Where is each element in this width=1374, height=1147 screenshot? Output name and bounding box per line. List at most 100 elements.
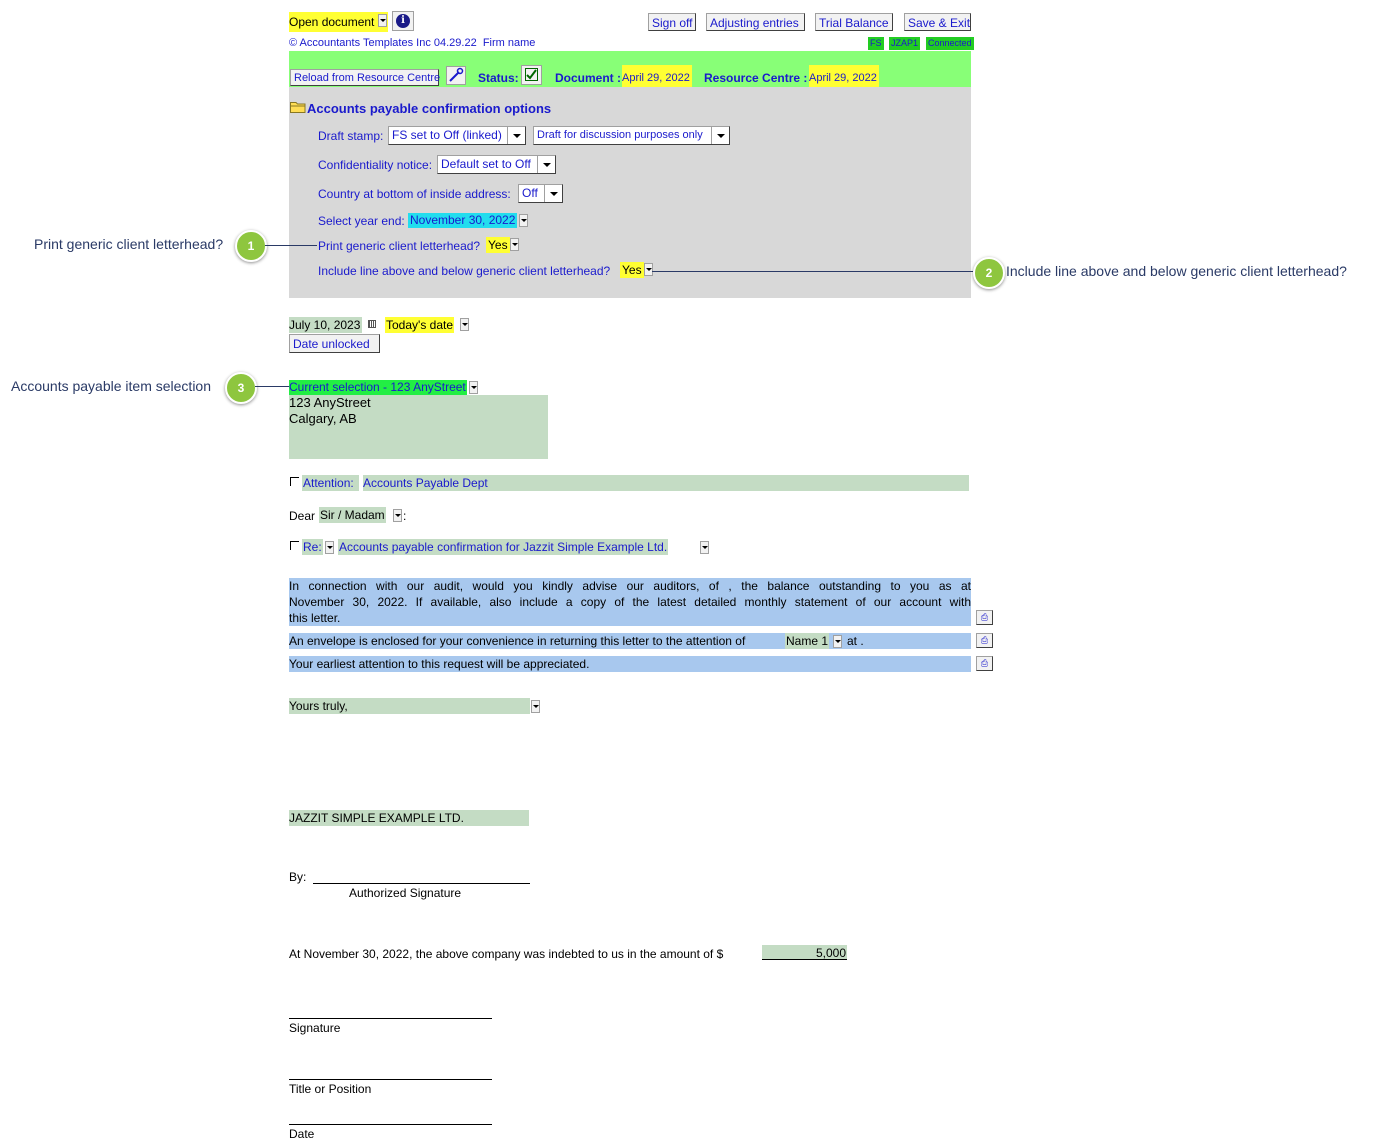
confidentiality-value: Default set to Off [441,157,531,171]
by-label: By: [289,870,307,884]
callout-1-badge: 1 [235,230,267,262]
chevron-down-icon[interactable] [644,263,653,276]
chevron-down-icon[interactable] [507,127,525,144]
options-panel: Accounts payable confirmation options Dr… [289,87,971,298]
re-value[interactable]: Accounts payable confirmation for Jazzit… [338,539,669,555]
paragraph-1-line-3: this letter. [289,611,341,625]
status-label: Status: [478,71,519,85]
paragraph-2-at: at . [847,634,864,648]
line-label: Include line above and below generic cli… [318,264,611,278]
letter-date[interactable]: July 10, 2023 [289,317,363,333]
copyright-text: © Accountants Templates Inc 04.29.22 Fir… [289,37,535,49]
callout-2-line [652,271,973,272]
chevron-down-icon[interactable] [700,541,709,554]
paragraph-1-line-1: In connection with our audit, would you … [289,579,971,593]
chevron-down-icon[interactable] [378,14,387,27]
confidentiality-select[interactable]: Default set to Off [437,155,556,174]
status-bar: Reload from Resource Centre Status: Docu… [289,51,971,87]
paragraph-1-line-2: November 30, 2022. If available, also in… [289,595,971,609]
draft-stamp-select[interactable]: FS set to Off (linked) [388,126,526,145]
line-value[interactable]: Yes [620,262,644,278]
date-line [289,1124,492,1125]
tag-fs: FS [868,37,884,50]
salutation-colon: : [403,509,407,523]
options-title[interactable]: Accounts payable confirmation options [307,101,551,116]
reload-button[interactable]: Reload from Resource Centre [290,69,440,86]
chevron-down-icon[interactable] [460,318,469,331]
date-label: Date [289,1127,315,1141]
re-checkbox[interactable] [290,541,299,550]
resource-centre-label: Resource Centre : [704,71,808,85]
callout-3-line [255,386,289,387]
status-check-icon[interactable] [521,65,542,85]
callout-2-label: Include line above and below generic cli… [1006,263,1347,279]
closing-select[interactable]: Yours truly, [289,698,530,714]
draft-stamp-value: FS set to Off (linked) [392,128,502,142]
indebted-text: At November 30, 2022, the above company … [289,947,724,961]
resource-centre-date: April 29, 2022 [809,65,879,87]
address-line-1: 123 AnyStreet [289,395,371,410]
signature-line [289,1018,492,1019]
current-selection[interactable]: Current selection - 123 AnyStreet [289,380,467,395]
paragraph-3-edit-icon[interactable]: ⎙ [976,656,993,671]
settings-tool-icon[interactable] [446,66,466,85]
re-label[interactable]: Re: [302,539,323,555]
year-end-label: Select year end: [318,214,405,228]
company-name: JAZZIT SIMPLE EXAMPLE LTD. [289,811,464,825]
callout-2-badge: 2 [973,257,1005,289]
attention-label: Attention: [303,476,354,490]
draft-text-select[interactable]: Draft for discussion purposes only [533,126,730,145]
save-exit-button[interactable]: Save & Exit [904,13,971,31]
closing-value: Yours truly, [289,699,348,713]
callout-3-label: Accounts payable item selection [11,378,211,394]
tag-jzap1: JZAP1 [889,37,921,50]
trial-balance-button[interactable]: Trial Balance [815,13,893,31]
chevron-down-icon[interactable] [325,541,334,554]
chevron-down-icon[interactable] [711,127,729,144]
title-position-line [289,1079,492,1080]
chevron-down-icon[interactable] [531,700,540,713]
document-date: April 29, 2022 [622,65,692,87]
salutation-value[interactable]: Sir / Madam [319,507,386,523]
copyright: © Accountants Templates Inc 04.29.22 [289,37,477,49]
draft-stamp-label: Draft stamp: [318,129,384,143]
signature-label: Signature [289,1021,341,1035]
callout-3-badge: 3 [225,372,257,404]
chevron-down-icon[interactable] [544,185,562,202]
authorized-signature-line [313,883,530,884]
paragraph-2-name[interactable]: Name 1 [785,633,830,649]
paragraph-3-text: Your earliest attention to this request … [289,657,590,671]
chevron-down-icon[interactable] [519,214,528,227]
sign-off-button[interactable]: Sign off [648,13,696,31]
letterhead-value[interactable]: Yes [486,237,510,253]
amount-field[interactable]: 5,000 [762,945,847,960]
dear-text: Dear [289,509,316,523]
date-option-value[interactable]: Today's date [385,317,455,333]
date-lock-button[interactable]: Date unlocked [289,334,380,353]
tag-connected: Connected [926,37,974,50]
chevron-down-icon[interactable] [833,635,842,648]
year-end-value[interactable]: November 30, 2022 [408,213,518,228]
draft-text-value: Draft for discussion purposes only [537,129,703,141]
info-icon[interactable]: i [392,11,414,31]
chevron-down-icon[interactable] [537,156,555,173]
chevron-down-icon[interactable] [393,509,402,522]
firm-name: Firm name [482,37,536,49]
attention-value[interactable]: Accounts Payable Dept [363,476,488,490]
paragraph-1-edit-icon[interactable]: ⎙ [976,610,993,625]
address-line-2: Calgary, AB [289,411,357,426]
chevron-down-icon[interactable] [469,381,478,394]
amount-value: 5,000 [815,946,846,960]
open-document-dropdown[interactable]: Open document [289,12,388,32]
authorized-signature-label: Authorized Signature [349,886,462,900]
attention-checkbox[interactable] [290,477,299,486]
attention-row: Attention: Accounts Payable Dept [302,475,969,491]
chevron-down-icon[interactable] [510,238,519,251]
folder-icon[interactable] [290,101,306,113]
country-select[interactable]: Off [518,184,563,203]
calendar-icon[interactable] [368,320,376,328]
adjusting-entries-button[interactable]: Adjusting entries [706,13,805,31]
address-block: 123 AnyStreet Calgary, AB [289,395,548,459]
paragraph-2-edit-icon[interactable]: ⎙ [976,633,993,648]
company-name-field[interactable]: JAZZIT SIMPLE EXAMPLE LTD. [289,810,529,826]
